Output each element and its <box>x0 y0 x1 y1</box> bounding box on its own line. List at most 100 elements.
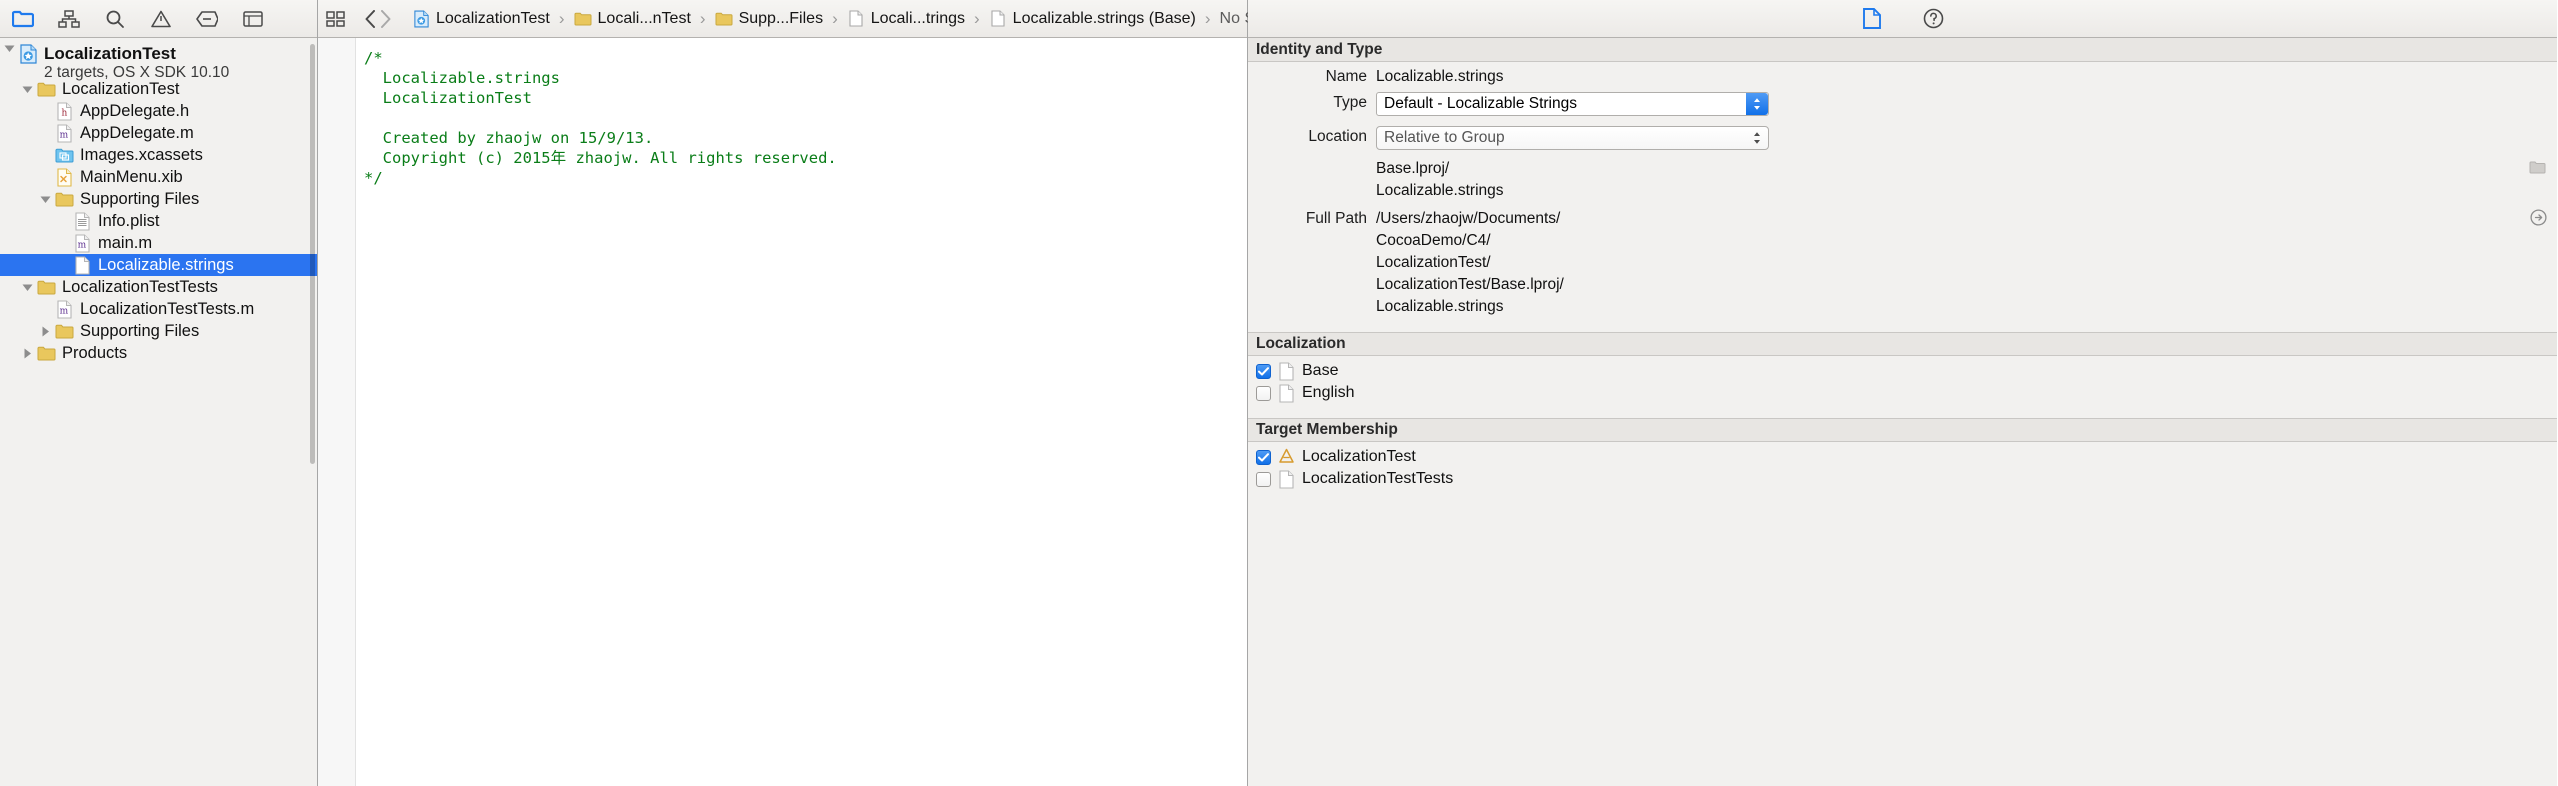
chevron-right-icon: › <box>558 9 565 28</box>
file-inspector-icon[interactable] <box>1859 7 1885 31</box>
search-icon[interactable] <box>102 7 128 31</box>
localization-item-row[interactable]: English <box>1248 382 2557 404</box>
breadcrumb-item-group[interactable]: Locali...nTest <box>572 9 693 29</box>
source-control-icon[interactable] <box>56 7 82 31</box>
plist-file-icon <box>72 211 92 231</box>
line-number-gutter <box>318 38 356 786</box>
tree-row-localizationtest[interactable]: LocalizationTest <box>0 78 317 100</box>
quick-help-icon[interactable] <box>1921 7 1947 31</box>
tree-row-label: LocalizationTestTests <box>62 278 218 296</box>
checkbox-english[interactable] <box>1256 385 1271 401</box>
tree-row-appdelegate-m[interactable]: m AppDelegate.m <box>0 122 317 144</box>
tree-row-products[interactable]: Products <box>0 342 317 364</box>
tree-row-appdelegate-h[interactable]: h AppDelegate.h <box>0 100 317 122</box>
breakpoint-icon[interactable] <box>194 7 220 31</box>
chevron-right-icon: › <box>699 9 706 28</box>
disclosure-triangle-right-icon[interactable] <box>18 348 36 359</box>
tree-row-supporting-files[interactable]: Supporting Files <box>0 188 317 210</box>
file-type-dropdown[interactable]: Default - Localizable Strings <box>1376 92 1769 116</box>
target-membership-list: LocalizationTest LocalizationTestTests <box>1248 442 2557 490</box>
header-file-icon: h <box>54 101 74 121</box>
section-header-target-membership: Target Membership <box>1248 418 2557 442</box>
breadcrumb-item-file[interactable]: Localizable.strings (Base) <box>987 9 1198 29</box>
folder-yellow-icon <box>36 277 56 297</box>
folder-yellow-icon <box>574 9 592 29</box>
strings-file-icon <box>72 255 92 275</box>
breadcrumb-label: LocalizationTest <box>436 9 550 27</box>
folder-icon[interactable] <box>10 7 36 31</box>
choose-folder-icon[interactable] <box>2527 158 2547 176</box>
relative-path-value: Base.lproj/ Localizable.strings <box>1376 160 1504 199</box>
strings-file-icon <box>989 9 1007 29</box>
tree-row-localizationtesttests[interactable]: LocalizationTestTests <box>0 276 317 298</box>
jump-bar: LocalizationTest › Locali...nTest › Supp… <box>318 0 1310 38</box>
checkbox-localizationtest[interactable] <box>1256 449 1271 465</box>
related-items-icon[interactable] <box>326 6 346 32</box>
tree-row-localizationtesttests-m[interactable]: m LocalizationTestTests.m <box>0 298 317 320</box>
target-membership-item-row[interactable]: LocalizationTestTests <box>1248 468 2557 490</box>
folder-yellow-icon <box>54 189 74 209</box>
inspector-content: Identity and Type Name Localizable.strin… <box>1248 38 2557 786</box>
chevron-right-icon: › <box>974 9 980 28</box>
report-icon[interactable] <box>240 7 266 31</box>
field-row-relative-path: Base.lproj/ Localizable.strings <box>1248 154 2557 202</box>
chevron-updown-icon[interactable] <box>1746 93 1768 115</box>
tree-row-supporting-files[interactable]: Supporting Files <box>0 320 317 342</box>
location-dropdown[interactable]: Relative to Group <box>1376 126 1769 150</box>
source-code-text[interactable]: /* Localizable.strings LocalizationTest … <box>356 38 1247 786</box>
strings-file-icon <box>847 9 865 29</box>
tree-row-label: MainMenu.xib <box>80 168 183 186</box>
disclosure-triangle-down-icon[interactable] <box>0 44 18 53</box>
checkbox-base[interactable] <box>1256 363 1271 379</box>
svg-text:m: m <box>77 240 86 250</box>
full-path-label: Full Path <box>1305 210 1367 227</box>
section-header-identity: Identity and Type <box>1248 38 2557 62</box>
warning-triangle-icon[interactable] <box>148 7 174 31</box>
localization-item-label: English <box>1302 384 1355 401</box>
project-title-block: LocalizationTest 2 targets, OS X SDK 10.… <box>44 44 229 82</box>
tree-row-label: Localizable.strings <box>98 256 234 274</box>
strings-file-icon <box>1278 383 1295 403</box>
tree-row-images-xcassets[interactable]: Images.xcassets <box>0 144 317 166</box>
code-editor[interactable]: /* Localizable.strings LocalizationTest … <box>318 38 1247 786</box>
inspector-panel: Identity and Type Name Localizable.strin… <box>1248 0 2557 786</box>
tree-row-label: AppDelegate.m <box>80 124 194 142</box>
navigator-scrollbar[interactable] <box>310 44 315 464</box>
field-row-location: Location Relative to Group <box>1248 122 2557 150</box>
localization-item-label: Base <box>1302 362 1339 379</box>
target-membership-item-row[interactable]: LocalizationTest <box>1248 446 2557 468</box>
name-value: Localizable.strings <box>1376 68 1504 85</box>
forward-arrow-icon[interactable] <box>379 6 392 32</box>
svg-text:h: h <box>61 108 67 118</box>
tree-row-info-plist[interactable]: Info.plist <box>0 210 317 232</box>
tree-row-localizable-strings[interactable]: Localizable.strings <box>0 254 317 276</box>
disclosure-triangle-down-icon[interactable] <box>18 85 36 94</box>
back-arrow-icon[interactable] <box>364 6 377 32</box>
folder-yellow-icon <box>54 321 74 341</box>
breadcrumb-label: Localizable.strings (Base) <box>1012 9 1196 27</box>
chevron-updown-icon[interactable] <box>1752 130 1762 146</box>
tree-row-label: LocalizationTest <box>62 80 180 98</box>
disclosure-triangle-down-icon[interactable] <box>18 283 36 292</box>
project-navigator-tree[interactable]: LocalizationTest 2 targets, OS X SDK 10.… <box>0 38 317 786</box>
project-root-row[interactable]: LocalizationTest 2 targets, OS X SDK 10.… <box>0 42 317 81</box>
chevron-right-icon: › <box>1204 9 1211 28</box>
checkbox-localizationtesttests[interactable] <box>1256 471 1271 487</box>
localization-list: Base English <box>1248 356 2557 404</box>
tree-row-mainmenu-xib[interactable]: MainMenu.xib <box>0 166 317 188</box>
reveal-in-finder-icon[interactable] <box>2529 208 2547 226</box>
breadcrumb-item-project[interactable]: LocalizationTest <box>410 9 552 29</box>
xcode-project-icon <box>18 44 38 64</box>
disclosure-triangle-right-icon[interactable] <box>36 326 54 337</box>
location-label: Location <box>1308 128 1367 145</box>
field-row-type: Type Default - Localizable Strings <box>1248 88 2557 116</box>
tree-row-label: main.m <box>98 234 153 252</box>
tree-row-main-m[interactable]: m main.m <box>0 232 317 254</box>
localization-item-row[interactable]: Base <box>1248 360 2557 382</box>
breadcrumb-item-supporting-files[interactable]: Supp...Files <box>713 9 825 29</box>
disclosure-triangle-down-icon[interactable] <box>36 195 54 204</box>
editor-panel: LocalizationTest › Locali...nTest › Supp… <box>318 0 1310 786</box>
target-membership-item-label: LocalizationTestTests <box>1302 470 1454 487</box>
breadcrumb-item-strings-group[interactable]: Locali...trings <box>845 9 967 29</box>
xcassets-icon <box>54 145 74 165</box>
